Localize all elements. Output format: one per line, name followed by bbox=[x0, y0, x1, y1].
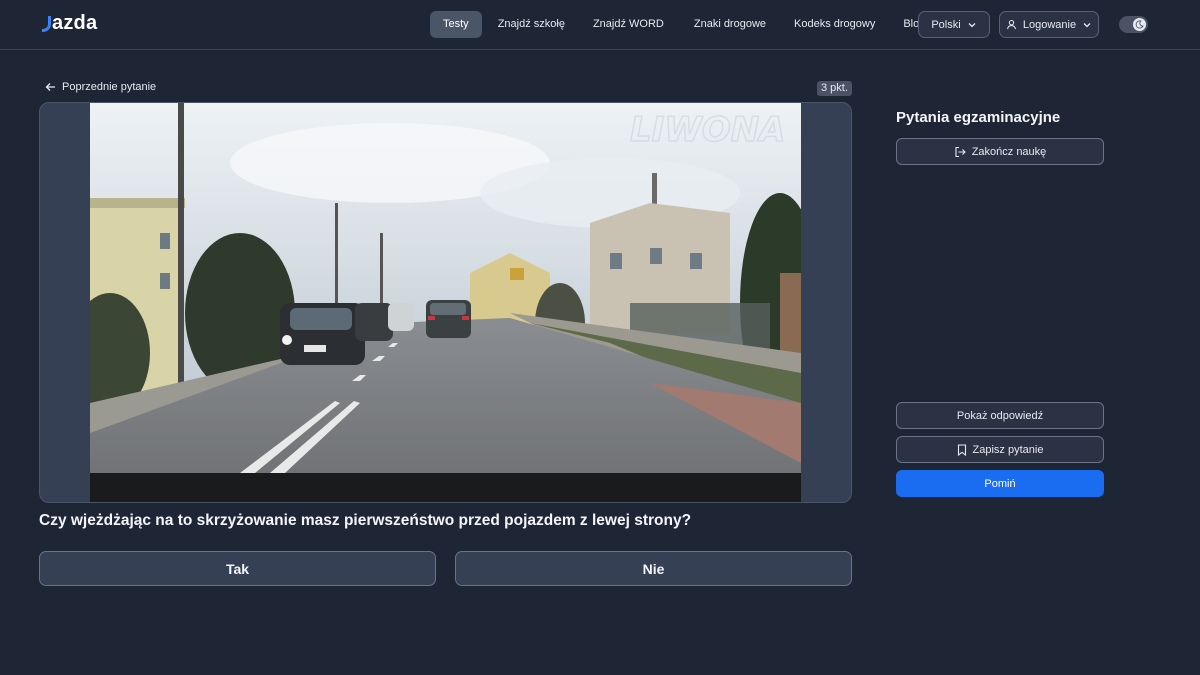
car-left-lane bbox=[280, 303, 365, 365]
toggle-knob bbox=[1133, 18, 1146, 31]
points-badge: 3 pkt. bbox=[817, 81, 852, 96]
sidebar-title: Pytania egzaminacyjne bbox=[896, 109, 1061, 126]
login-label: Logowanie bbox=[1022, 18, 1077, 31]
bookmark-icon bbox=[957, 443, 966, 456]
question-media-panel: LIWONA bbox=[39, 102, 852, 503]
previous-question-label: Poprzednie pytanie bbox=[62, 81, 157, 93]
car-ahead bbox=[426, 300, 471, 338]
question-video[interactable]: LIWONA bbox=[90, 103, 801, 502]
finish-learning-button[interactable]: Zakończ naukę bbox=[896, 138, 1104, 165]
arrow-left-icon bbox=[45, 83, 55, 91]
finish-learning-label: Zakończ naukę bbox=[971, 145, 1047, 158]
moon-icon bbox=[1135, 20, 1144, 29]
answer-no-button[interactable]: Nie bbox=[455, 551, 852, 586]
save-question-label: Zapisz pytanie bbox=[972, 443, 1044, 456]
skip-button[interactable]: Pomiń bbox=[896, 470, 1104, 497]
question-text: Czy wjeżdżając na to skrzyżowanie masz p… bbox=[39, 512, 692, 529]
exit-icon bbox=[955, 146, 966, 157]
skip-label: Pomiń bbox=[984, 477, 1016, 490]
nav-item-road-signs[interactable]: Znaki drogowe bbox=[680, 11, 780, 38]
road-scene-image: LIWONA bbox=[90, 103, 801, 502]
language-label: Polski bbox=[931, 18, 961, 31]
top-navigation-bar: azda Testy Znajdź szkołę Znajdź WORD Zna… bbox=[0, 0, 1200, 50]
watermark-text: LIWONA bbox=[630, 110, 786, 150]
logo-text: azda bbox=[52, 12, 98, 34]
nav-item-highway-code[interactable]: Kodeks drogowy bbox=[780, 11, 889, 38]
site-logo[interactable]: azda bbox=[42, 12, 97, 35]
logo-mark-icon bbox=[42, 16, 51, 32]
chevron-down-icon bbox=[968, 22, 976, 27]
answer-yes-button[interactable]: Tak bbox=[39, 551, 436, 586]
previous-question-link[interactable]: Poprzednie pytanie bbox=[45, 81, 156, 93]
user-icon bbox=[1007, 19, 1016, 30]
save-question-button[interactable]: Zapisz pytanie bbox=[896, 436, 1104, 463]
show-answer-button[interactable]: Pokaż odpowiedź bbox=[896, 402, 1104, 429]
main-nav: Testy Znajdź szkołę Znajdź WORD Znaki dr… bbox=[430, 11, 939, 38]
nav-item-find-word[interactable]: Znajdź WORD bbox=[579, 11, 678, 38]
nav-item-find-school[interactable]: Znajdź szkołę bbox=[484, 11, 579, 38]
theme-toggle[interactable] bbox=[1119, 16, 1148, 33]
login-dropdown[interactable]: Logowanie bbox=[999, 11, 1099, 38]
nav-item-tests[interactable]: Testy bbox=[430, 11, 482, 38]
show-answer-label: Pokaż odpowiedź bbox=[956, 409, 1044, 422]
chevron-down-icon bbox=[1083, 22, 1091, 27]
language-select[interactable]: Polski bbox=[918, 11, 990, 38]
